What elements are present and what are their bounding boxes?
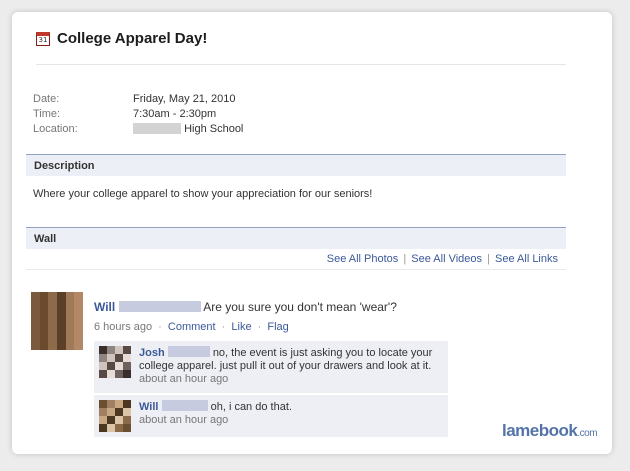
comment-author[interactable]: Josh [139, 347, 165, 359]
avatar[interactable] [31, 292, 83, 350]
post-author[interactable]: Will [94, 300, 115, 314]
logo-suffix: .com [577, 428, 598, 439]
comment-body: Josh no, the event is just asking you to… [139, 346, 444, 386]
comment-item: Will oh, i can do that. about an hour ag… [94, 395, 448, 437]
comment-time: about an hour ago [139, 414, 229, 426]
time-value: 7:30am - 2:30pm [133, 108, 217, 120]
location-value: High School [184, 123, 244, 135]
lamebook-logo: lamebook.com [502, 421, 598, 441]
description-text: Where your college apparel to show your … [33, 188, 373, 200]
avatar[interactable] [99, 346, 131, 378]
see-all-photos-link[interactable]: See All Photos [327, 253, 399, 265]
wall-post: Will Are you sure you don't mean 'wear'? [94, 300, 397, 314]
wall-header: Wall [26, 227, 566, 249]
event-info: Date: Friday, May 21, 2010 Time: 7:30am … [33, 92, 243, 137]
time-label: Time: [33, 108, 61, 120]
logo-brand: lamebook [502, 421, 578, 440]
meta-separator: · [257, 321, 262, 333]
event-title-row: 31 College Apparel Day! [36, 30, 207, 47]
comment-text-line2: college apparel. just pull it out of you… [139, 360, 432, 372]
event-card: 31 College Apparel Day! Date: Friday, Ma… [12, 12, 612, 454]
divider [26, 269, 566, 270]
date-value: Friday, May 21, 2010 [133, 93, 236, 105]
redacted-surname [167, 346, 210, 357]
event-title: College Apparel Day! [57, 30, 208, 47]
description-header: Description [26, 154, 566, 176]
divider [36, 64, 566, 65]
date-label: Date: [33, 93, 60, 105]
location-label: Location: [33, 123, 78, 135]
post-meta: 6 hours ago · Comment · Like · Flag [94, 321, 289, 333]
comment-author[interactable]: Will [139, 401, 158, 413]
avatar[interactable] [99, 400, 131, 432]
comment-body: Will oh, i can do that. about an hour ag… [139, 400, 444, 427]
calendar-icon: 31 [36, 31, 50, 46]
see-all-links-link[interactable]: See All Links [495, 253, 558, 265]
comment-text-line1: oh, i can do that. [210, 401, 292, 413]
redacted-school-name [133, 123, 181, 134]
wall-links: See All Photos | See All Videos | See Al… [327, 253, 558, 265]
see-all-videos-link[interactable]: See All Videos [411, 253, 482, 265]
comment-item: Josh no, the event is just asking you to… [94, 341, 448, 393]
redacted-surname [161, 400, 208, 411]
link-separator: | [403, 253, 407, 265]
post-time: 6 hours ago [94, 321, 153, 333]
location-row: Location: High School [33, 122, 243, 137]
flag-link[interactable]: Flag [267, 321, 288, 333]
location-value-wrap: High School [133, 122, 243, 137]
comment-text-line1: no, the event is just asking you to loca… [212, 347, 433, 359]
post-text: Are you sure you don't mean 'wear'? [203, 300, 397, 314]
meta-separator: · [158, 321, 162, 333]
comment-time: about an hour ago [139, 373, 229, 385]
link-separator: | [487, 253, 490, 265]
date-row: Date: Friday, May 21, 2010 [33, 92, 243, 107]
meta-separator: · [221, 321, 226, 333]
time-row: Time: 7:30am - 2:30pm [33, 107, 243, 122]
redacted-surname [118, 301, 201, 312]
comment-link[interactable]: Comment [168, 321, 216, 333]
like-link[interactable]: Like [231, 321, 251, 333]
